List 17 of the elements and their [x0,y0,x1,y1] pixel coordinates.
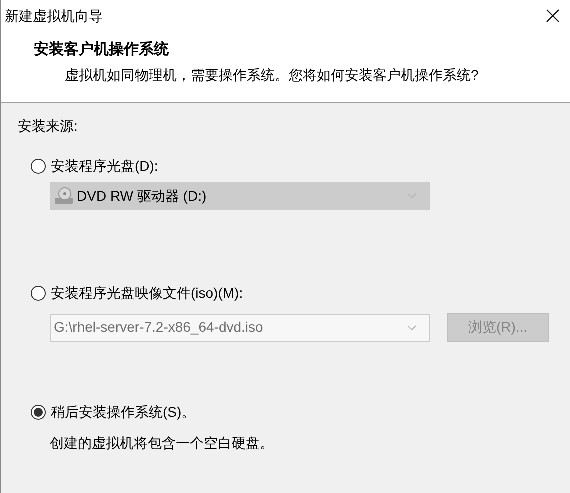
option-label: 稍后安装操作系统(S)。 [51,403,196,422]
section-label: 安装来源: [18,117,78,136]
page-subtitle: 虚拟机如同物理机，需要操作系统。您将如何安装客户机操作系统? [64,66,480,85]
option-label: 安装程序光盘(D): [51,157,158,176]
window-title: 新建虚拟机向导 [5,6,103,26]
disc-drive-icon [54,187,74,205]
close-icon[interactable] [546,9,560,23]
caret-icon [407,324,417,330]
dropdown-value: DVD RW 驱动器 (D:) [77,186,208,206]
option-note: 创建的虚拟机将包含一个空白硬盘。 [49,434,274,453]
page-heading: 安装客户机操作系统 [34,40,170,60]
dropdown-value: G:\rhel-server-7.2-x86_64-dvd.iso [54,318,264,337]
radio-option[interactable]: 安装程序光盘(D): [31,156,158,176]
radio-option[interactable]: 稍后安装操作系统(S)。 [31,402,196,422]
radio-button[interactable] [31,158,46,174]
radio-button[interactable] [31,404,46,420]
radio-button[interactable] [31,286,46,300]
